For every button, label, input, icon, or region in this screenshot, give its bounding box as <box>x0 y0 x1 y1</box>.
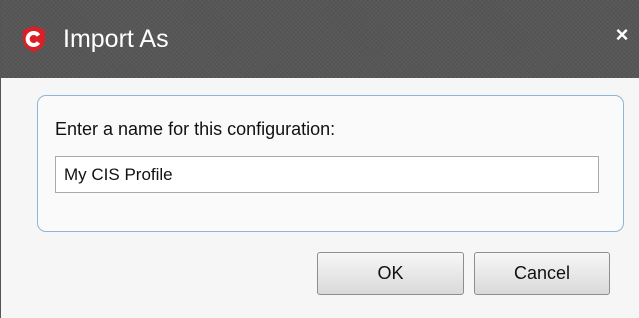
configuration-name-label: Enter a name for this configuration: <box>55 119 336 139</box>
comodo-shield-icon <box>23 26 45 52</box>
configuration-name-input[interactable] <box>55 156 599 193</box>
import-as-dialog: Import As × Enter a name for this config… <box>0 0 639 318</box>
title-bar[interactable]: Import As × <box>1 0 639 78</box>
cancel-button[interactable]: Cancel <box>474 252 610 295</box>
dialog-title: Import As <box>63 25 169 53</box>
close-icon[interactable]: × <box>609 22 635 48</box>
ok-button[interactable]: OK <box>317 252 464 295</box>
